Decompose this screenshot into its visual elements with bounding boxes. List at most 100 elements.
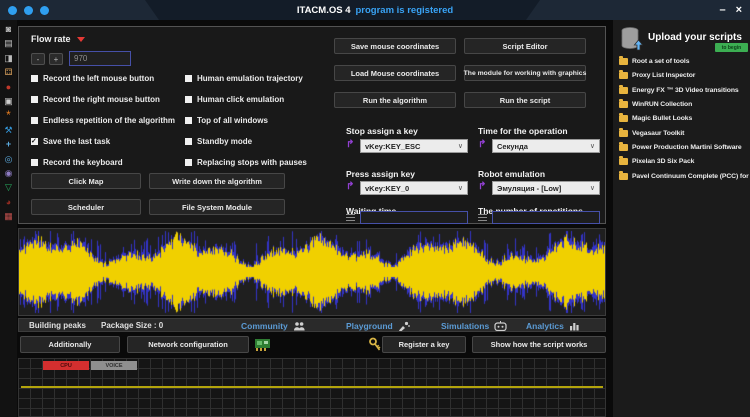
checkbox-label: Record the right mouse button xyxy=(43,95,160,104)
load-mouse-coordinates-button[interactable]: Load Mouse coordinates xyxy=(334,65,456,81)
checkbox-box[interactable] xyxy=(31,117,38,124)
checkbox-human-click[interactable]: Human click emulation xyxy=(185,95,284,104)
upload-badge: to begin xyxy=(715,43,748,52)
assign-arrow-icon: ↱ xyxy=(346,139,355,150)
save-mouse-coordinates-button[interactable]: Save mouse coordinates xyxy=(334,38,456,54)
community-link[interactable]: Community xyxy=(241,320,305,332)
checkbox-box[interactable] xyxy=(31,96,38,103)
script-item-label: Pixelan 3D Six Pack xyxy=(632,158,695,165)
script-item-energy-fx[interactable]: Energy FX ™ 3D Video transitions xyxy=(619,85,739,94)
script-item-magic-bullet[interactable]: Magic Bullet Looks xyxy=(619,113,693,122)
voice-tab[interactable]: VOICE xyxy=(91,361,137,370)
checkbox-box[interactable] xyxy=(185,117,192,124)
grid-icon: ▦ xyxy=(4,211,13,222)
simulations-link[interactable]: Simulations xyxy=(441,320,507,332)
graphics-module-button[interactable]: The module for working with graphics xyxy=(464,65,586,81)
checkbox-endless-repetition[interactable]: Endless repetition of the algorithm xyxy=(31,116,175,125)
checkbox-human-trajectory[interactable]: Human emulation trajectory xyxy=(185,74,303,83)
script-item-label: Power Production Martini Software xyxy=(632,144,742,151)
checkbox-top-of-windows[interactable]: Top of all windows xyxy=(185,116,268,125)
sidebar-tool-galaxy[interactable]: ◉ xyxy=(0,168,17,178)
triangle-icon: ▽ xyxy=(5,182,12,193)
checkbox-record-keyboard[interactable]: Record the keyboard xyxy=(31,158,123,167)
list-icon xyxy=(346,214,355,223)
script-item-pavel-continuum[interactable]: Pavel Continuum Complete (PCC) for BFX xyxy=(619,171,750,180)
script-item-power-production[interactable]: Power Production Martini Software xyxy=(619,142,742,151)
sidebar-tool-printer[interactable]: ▤ xyxy=(0,38,17,48)
script-item-proxy-inspector[interactable]: Proxy List Inspector xyxy=(619,70,695,79)
waveform-canvas[interactable] xyxy=(19,229,605,315)
click-map-button[interactable]: Click Map xyxy=(31,173,141,189)
cpu-tab[interactable]: CPU xyxy=(43,361,89,370)
waiting-time-input[interactable] xyxy=(360,211,468,224)
operation-time-select[interactable]: Секунда ∨ xyxy=(492,139,600,153)
selected-value: Секунда xyxy=(497,141,528,151)
checkbox-box[interactable] xyxy=(31,137,38,145)
register-key-button[interactable]: Register a key xyxy=(382,336,466,353)
stop-key-select[interactable]: vKey:KEY_ESC ∨ xyxy=(360,139,468,153)
run-algorithm-button[interactable]: Run the algorithm xyxy=(334,92,456,108)
dice-icon: ⚃ xyxy=(4,67,13,78)
analytics-link[interactable]: Analytics xyxy=(526,320,580,332)
file-system-module-button[interactable]: File System Module xyxy=(149,199,285,215)
script-editor-button[interactable]: Script Editor xyxy=(464,38,586,54)
press-key-select[interactable]: vKey:KEY_0 ∨ xyxy=(360,181,468,195)
red-triangle-icon xyxy=(76,36,85,42)
checkbox-label: Save the last task xyxy=(43,137,111,146)
flow-increment-button[interactable]: + xyxy=(49,53,63,65)
sidebar-tool-dice[interactable]: ⚃ xyxy=(0,67,17,77)
playground-link[interactable]: Playground xyxy=(346,320,410,332)
run-script-button[interactable]: Run the script xyxy=(464,92,586,108)
sidebar-tool-camera[interactable]: ◙ xyxy=(0,24,17,34)
robot-emulation-select[interactable]: Эмуляция - [Low] ∨ xyxy=(492,181,600,195)
sidebar-tool-atom[interactable]: ◎ xyxy=(0,154,17,164)
script-item-root-tools[interactable]: Root a set of tools xyxy=(619,56,689,65)
checkbox-record-right-mouse[interactable]: Record the right mouse button xyxy=(31,95,160,104)
package-size-label: Package Size : 0 xyxy=(101,321,164,330)
scheduler-button[interactable]: Scheduler xyxy=(31,199,141,215)
checkbox-box[interactable] xyxy=(31,159,38,166)
chevron-down-icon: ∨ xyxy=(457,185,463,192)
folder-icon xyxy=(619,56,628,65)
write-algorithm-button[interactable]: Write down the algorithm xyxy=(149,173,285,189)
checkbox-box[interactable] xyxy=(185,75,192,82)
minimize-button[interactable]: – xyxy=(719,4,725,16)
script-item-label: Magic Bullet Looks xyxy=(632,115,693,122)
sidebar-tool-planet[interactable]: ◕ xyxy=(0,197,17,207)
sidebar-tool-wrench[interactable]: ⚒ xyxy=(0,125,17,135)
community-label: Community xyxy=(241,321,288,331)
sidebar-tool-move[interactable]: + xyxy=(0,139,17,149)
cpu-level-line xyxy=(21,386,603,388)
sidebar-tool-burst[interactable]: * xyxy=(0,109,17,121)
checkbox-label: Top of all windows xyxy=(197,116,268,125)
close-button[interactable]: × xyxy=(736,4,742,16)
sidebar-tool-photo[interactable]: ◨ xyxy=(0,53,17,63)
script-item-winrun[interactable]: WinRUN Collection xyxy=(619,99,692,108)
sidebar-tool-grid[interactable]: ▦ xyxy=(0,211,17,221)
flow-rate-dropdown[interactable]: Flow rate xyxy=(31,34,85,44)
folder-icon xyxy=(619,171,628,180)
script-item-pixelan[interactable]: Pixelan 3D Six Pack xyxy=(619,156,695,165)
checkbox-save-last-task[interactable]: Save the last task xyxy=(31,137,110,146)
checkbox-box[interactable] xyxy=(185,96,192,103)
checkbox-label: Replacing stops with pauses xyxy=(197,158,307,167)
sidebar-tool-window[interactable]: ▣ xyxy=(0,96,17,106)
checkbox-standby-mode[interactable]: Standby mode xyxy=(185,137,252,146)
sidebar-tool-sphere[interactable]: ● xyxy=(0,82,17,92)
flow-decrement-button[interactable]: - xyxy=(31,53,45,65)
show-script-works-button[interactable]: Show how the script works xyxy=(472,336,606,353)
checkbox-box[interactable] xyxy=(185,138,192,145)
checkbox-box[interactable] xyxy=(31,75,38,82)
script-item-label: Pavel Continuum Complete (PCC) for BFX xyxy=(632,173,750,180)
assign-arrow-icon: ↱ xyxy=(346,181,355,192)
network-configuration-button[interactable]: Network configuration xyxy=(127,336,249,353)
checkbox-replacing-stops[interactable]: Replacing stops with pauses xyxy=(185,158,307,167)
red-sphere-icon: ● xyxy=(5,81,12,92)
repetitions-input[interactable] xyxy=(492,211,600,224)
script-item-vegasaur[interactable]: Vegasaur Toolkit xyxy=(619,128,684,137)
checkbox-box[interactable] xyxy=(185,159,192,166)
additionally-button[interactable]: Additionally xyxy=(20,336,120,353)
checkbox-record-left-mouse[interactable]: Record the left mouse button xyxy=(31,74,154,83)
sidebar-tool-triangle[interactable]: ▽ xyxy=(0,182,17,192)
flow-rate-input[interactable] xyxy=(69,51,131,66)
